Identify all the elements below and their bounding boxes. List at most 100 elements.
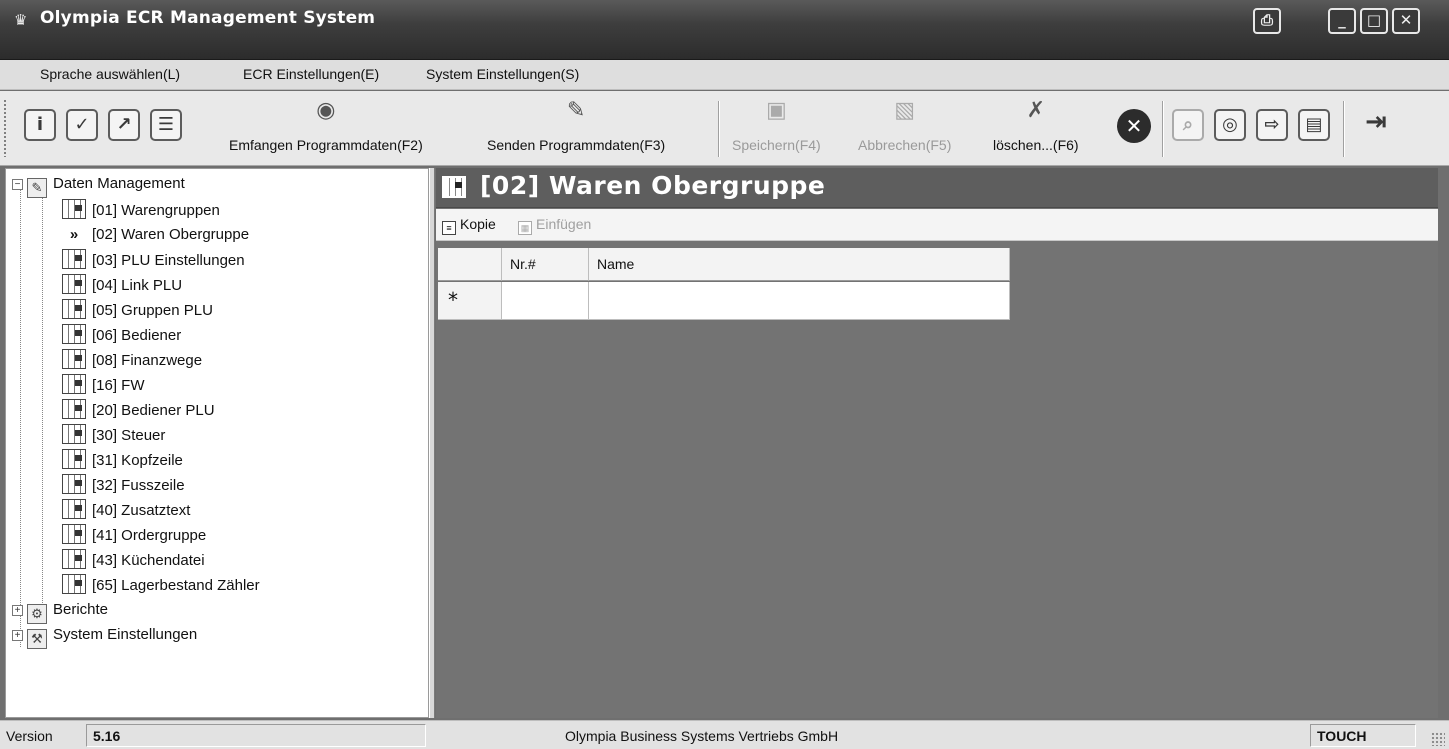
cell-name[interactable] [589,282,1010,320]
tree-item-label: [08] Finanzwege [92,352,203,369]
table-icon [62,499,86,519]
paste-icon: ▦ [518,221,532,235]
mode-indicator: TOUCH [1310,724,1416,747]
tree-item-lagerbestand-zaehler[interactable]: [65] Lagerbestand Zähler [62,574,260,596]
minimize-button[interactable]: _ [1328,8,1356,34]
document-icon: ✎ [27,178,47,198]
expand-icon[interactable]: + [12,605,23,616]
floppy-icon: ▣ [765,97,787,122]
menu-system-settings[interactable]: System Einstellungen(S) [426,66,579,82]
copy-icon: ≡ [442,221,456,235]
content-toolbar: ≡ Kopie ▦ Einfügen [436,209,1438,241]
resize-grip[interactable] [1431,732,1445,746]
toolbar-separator [718,101,720,157]
chart-icon[interactable]: ↗ [108,109,140,141]
tree-group-system-einstellungen[interactable]: + ⚒ System Einstellungen [12,624,198,649]
paste-label: Einfügen [536,216,592,232]
menu-bar: Sprache auswählen(L) ECR Einstellungen(E… [0,60,1449,90]
tree-root-daten-management[interactable]: − ✎ Daten Management [12,173,185,198]
toolbar-separator [1343,101,1345,157]
tree-item-fw[interactable]: [16] FW [62,374,145,396]
collapse-icon[interactable]: − [12,179,23,190]
table-icon [62,574,86,594]
tree-item-zusatztext[interactable]: [40] Zusatztext [62,499,190,521]
tree-item-plu-einstellungen[interactable]: [03] PLU Einstellungen [62,249,245,271]
data-grid: Nr.# Name * [438,248,1010,320]
tree-item-waren-obergruppe[interactable]: » [02] Waren Obergruppe [62,224,249,246]
tree-group-berichte[interactable]: + ⚙ Berichte [12,599,109,624]
tree-item-steuer[interactable]: [30] Steuer [62,424,165,446]
tree-item-label: [16] FW [92,377,145,394]
panel-splitter[interactable] [429,168,435,718]
tree-item-label: [43] Küchendatei [92,552,205,569]
printer-icon[interactable]: ⎙ [1253,8,1281,34]
navigation-tree: − ✎ Daten Management [01] Warengruppen » [0… [5,168,429,718]
tree-group-label: Berichte [53,601,109,618]
tree-item-label: [20] Bediener PLU [92,402,215,419]
close-button[interactable]: ✕ [1392,8,1420,34]
list-icon[interactable]: ☰ [150,109,182,141]
tree-item-kopfzeile[interactable]: [31] Kopfzeile [62,449,183,471]
exit-door-icon[interactable]: ⇥ [1360,109,1392,141]
column-header-nr[interactable]: Nr.# [502,248,589,281]
cancel-label: Abbrechen(F5) [858,137,952,153]
content-panel: [02] Waren Obergruppe ≡ Kopie ▦ Einfügen N… [436,168,1438,718]
toolbar-grip[interactable] [3,99,7,157]
export-icon[interactable]: ⇨ [1256,109,1288,141]
table-icon [62,324,86,344]
tree-item-gruppen-plu[interactable]: [05] Gruppen PLU [62,299,213,321]
table-icon [62,549,86,569]
globe-receive-icon: ◉ [316,97,336,122]
column-header-name[interactable]: Name [589,248,1010,281]
table-icon [62,249,86,269]
close-icon: ✕ [1399,11,1413,29]
tools-icon: ⚒ [27,629,47,649]
copy-button[interactable]: ≡ Kopie [442,216,496,235]
company-name: Olympia Business Systems Vertriebs GmbH [565,728,839,744]
selected-marker: » [69,226,79,243]
tree-item-label: [41] Ordergruppe [92,527,207,544]
tree-root-label: Daten Management [53,175,185,192]
save-button[interactable]: ▣ Speichern(F4) [732,95,821,153]
receive-button[interactable]: ◉ Emfangen Programmdaten(F2) [229,95,423,153]
info-icon[interactable]: i [24,109,56,141]
table-icon [62,374,86,394]
table-icon [62,399,86,419]
menu-ecr-settings[interactable]: ECR Einstellungen(E) [243,66,379,82]
paste-button[interactable]: ▦ Einfügen [518,216,591,235]
table-icon [62,524,86,544]
table-icon [62,199,86,219]
maximize-icon: □ [1366,11,1382,29]
tree-item-ordergruppe[interactable]: [41] Ordergruppe [62,524,206,546]
tree-item-fusszeile[interactable]: [32] Fusszeile [62,474,185,496]
report-icon: ⚙ [27,604,47,624]
version-value: 5.16 [86,724,426,747]
tree-group-label: System Einstellungen [53,626,198,643]
tree-item-finanzwege[interactable]: [08] Finanzwege [62,349,202,371]
tree-item-bediener-plu[interactable]: [20] Bediener PLU [62,399,215,421]
delete-button[interactable]: ✗ löschen...(F6) [993,95,1079,153]
disk-icon[interactable]: ◎ [1214,109,1246,141]
search-doc-icon[interactable]: ⌕ [1172,109,1204,141]
new-row-marker: * [438,282,502,320]
close-circle-icon[interactable]: ✕ [1117,109,1151,143]
title-bar: ♛ Olympia ECR Management System ⎙ _ □ ✕ [0,0,1449,60]
maximize-button[interactable]: □ [1360,8,1388,34]
table-icon [62,474,86,494]
tree-item-link-plu[interactable]: [04] Link PLU [62,274,182,296]
form-icon[interactable]: ▤ [1298,109,1330,141]
window-title: Olympia ECR Management System [40,8,376,28]
tree-item-warengruppen[interactable]: [01] Warengruppen [62,199,220,221]
tree-item-label: [02] Waren Obergruppe [92,226,250,243]
row-header-corner [438,248,502,281]
send-label: Senden Programmdaten(F3) [487,137,666,153]
delete-label: löschen...(F6) [993,137,1079,153]
cancel-button[interactable]: ▧ Abbrechen(F5) [858,95,951,153]
menu-language[interactable]: Sprache auswählen(L) [40,66,180,82]
expand-icon[interactable]: + [12,630,23,641]
cell-nr[interactable] [502,282,589,320]
tree-item-kuechendatei[interactable]: [43] Küchendatei [62,549,205,571]
tree-item-bediener[interactable]: [06] Bediener [62,324,181,346]
check-doc-icon[interactable]: ✓ [66,109,98,141]
send-button[interactable]: ✎ Senden Programmdaten(F3) [487,95,665,153]
